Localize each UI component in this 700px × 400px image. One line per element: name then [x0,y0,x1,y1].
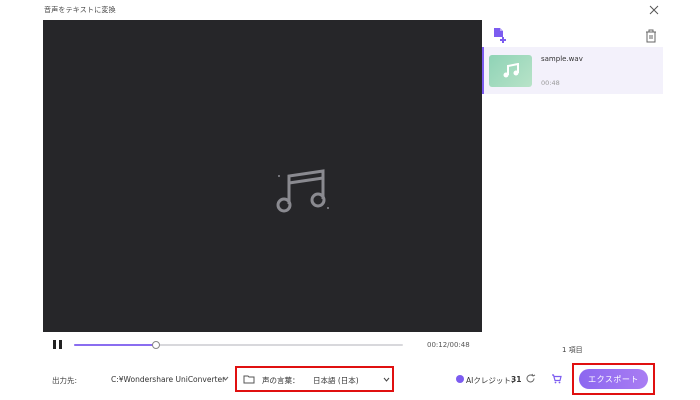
language-select[interactable]: 日本語 (日本) [313,375,359,386]
ai-credit-icon [456,375,464,383]
close-icon [649,5,659,15]
time-readout: 00:12/00:48 [427,341,470,349]
output-path-select[interactable]: C:¥Wondershare UniConverter [111,375,225,384]
close-button[interactable] [647,3,661,17]
media-preview[interactable] [43,20,482,332]
file-name: sample.wav [541,55,583,63]
footer-bar: 出力先: C:¥Wondershare UniConverter 声の言葉： 日… [0,358,700,400]
add-file-icon [494,28,506,43]
output-label: 出力先: [52,376,78,385]
pause-icon [53,340,56,349]
item-count: 1 項目 [562,346,583,354]
language-selector-highlight: 声の言葉： 日本語 (日本) [235,366,394,392]
ai-credit-value: 31 [511,375,522,384]
cart-icon[interactable] [551,373,562,384]
delete-button[interactable] [645,28,657,43]
folder-icon[interactable] [243,374,255,384]
file-duration: 00:48 [541,79,560,87]
trash-icon [646,29,656,43]
music-note-icon [276,169,329,213]
playback-controls: 00:12/00:48 [43,332,482,358]
progress-slider[interactable] [74,341,403,349]
file-thumbnail [489,55,532,87]
window-title: 音声をテキストに変換 [44,6,116,14]
refresh-icon[interactable] [525,373,536,384]
progress-fill [74,344,157,346]
chevron-down-icon[interactable] [222,376,229,381]
title-bar: 音声をテキストに変換 [0,0,700,20]
language-label: 声の言葉： [262,376,300,385]
pause-button[interactable] [53,340,63,350]
music-note-icon [503,63,519,78]
progress-handle[interactable] [152,341,161,349]
file-list-item[interactable]: sample.wav 00:48 [482,47,663,94]
export-highlight: エクスポート [572,363,655,395]
file-list-panel: sample.wav 00:48 1 項目 [482,20,663,358]
export-button[interactable]: エクスポート [579,369,648,389]
chevron-down-icon[interactable] [383,377,390,382]
add-file-button[interactable] [492,27,508,43]
